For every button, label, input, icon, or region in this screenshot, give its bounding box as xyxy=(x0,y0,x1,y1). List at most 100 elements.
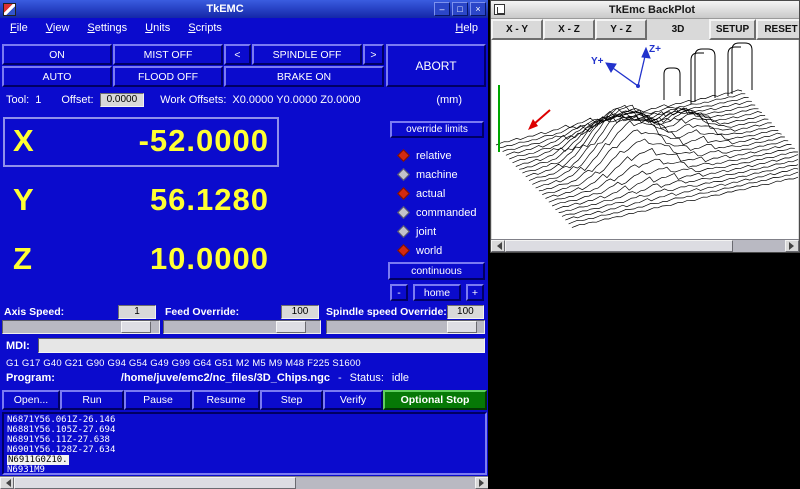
radio-indicator-icon xyxy=(397,168,410,181)
close-button[interactable]: × xyxy=(470,2,486,16)
home-button[interactable]: home xyxy=(413,284,461,301)
spindle-override-group: Spindle speed Override: 100 xyxy=(326,305,484,319)
scroll-right-icon xyxy=(789,242,798,250)
scrollbar-track[interactable] xyxy=(296,477,475,489)
spindle-override-slider[interactable] xyxy=(326,320,485,334)
tkemc-window: TkEMC – □ × File View Settings Units Scr… xyxy=(0,0,489,489)
mist-button[interactable]: MIST OFF xyxy=(113,44,223,65)
slider-thumb[interactable] xyxy=(276,321,306,333)
program-horizontal-scrollbar[interactable] xyxy=(0,476,489,489)
spindle-button[interactable]: SPINDLE OFF xyxy=(252,44,362,65)
run-button[interactable]: Run xyxy=(60,390,124,410)
display-options: relative machine actual commanded joint … xyxy=(399,146,477,260)
program-label: Program: xyxy=(6,372,55,384)
step-button[interactable]: Step xyxy=(260,390,323,410)
machine-on-button[interactable]: ON xyxy=(2,44,112,65)
work-offsets-label: Work Offsets: xyxy=(160,94,226,106)
axis-z-value: 10.0000 xyxy=(150,241,269,277)
backplot-app-icon xyxy=(494,4,505,15)
tab-xz[interactable]: X - Z xyxy=(543,19,595,40)
menu-scripts[interactable]: Scripts xyxy=(188,22,222,34)
minimize-button[interactable]: – xyxy=(434,2,450,16)
active-gcodes: G1 G17 G40 G21 G90 G94 G54 G49 G99 G64 G… xyxy=(6,358,361,369)
menu-help[interactable]: Help xyxy=(455,22,478,34)
scroll-left-button[interactable] xyxy=(0,477,14,489)
radio-world[interactable]: world xyxy=(399,241,477,260)
offset-entry[interactable]: 0.0000 xyxy=(100,93,145,107)
axis-z-label: Z xyxy=(13,241,32,277)
spindle-increase-button[interactable]: > xyxy=(363,44,384,65)
slider-thumb[interactable] xyxy=(447,321,477,333)
jog-minus-button[interactable]: - xyxy=(390,284,408,301)
radio-label: machine xyxy=(416,169,458,181)
open-button[interactable]: Open... xyxy=(2,390,60,410)
work-offsets-value: X0.0000 Y0.0000 Z0.0000 xyxy=(232,94,360,106)
radio-indicator-icon xyxy=(397,187,410,200)
radio-actual[interactable]: actual xyxy=(399,184,477,203)
scroll-left-icon xyxy=(493,242,502,250)
slider-thumb[interactable] xyxy=(121,321,151,333)
brake-button[interactable]: BRAKE ON xyxy=(224,66,384,87)
tkemc-titlebar[interactable]: TkEMC – □ × xyxy=(0,0,488,18)
status-value: idle xyxy=(392,372,409,384)
tab-xy[interactable]: X - Y xyxy=(491,19,543,40)
tab-setup[interactable]: SETUP xyxy=(709,19,756,40)
radio-machine[interactable]: machine xyxy=(399,165,477,184)
resume-button[interactable]: Resume xyxy=(192,390,260,410)
radio-indicator-icon xyxy=(397,149,410,162)
axis-speed-slider[interactable] xyxy=(2,320,160,334)
menu-settings[interactable]: Settings xyxy=(87,22,127,34)
feed-override-value: 100 xyxy=(281,305,319,319)
abort-button[interactable]: ABORT xyxy=(386,44,486,87)
maximize-icon: □ xyxy=(457,5,462,14)
flood-button[interactable]: FLOOD OFF xyxy=(113,66,223,87)
tab-3d[interactable]: 3D xyxy=(647,19,709,40)
axis-speed-value: 1 xyxy=(118,305,156,319)
tab-yz[interactable]: Y - Z xyxy=(595,19,647,40)
program-text-view[interactable]: N6871Y56.061Z-26.146 N6881Y56.105Z-27.69… xyxy=(2,412,487,475)
jog-mode-select[interactable]: continuous xyxy=(388,262,485,280)
program-status-row: Program: /home/juve/emc2/nc_files/3D_Chi… xyxy=(6,372,482,384)
backplot-titlebar[interactable]: TkEmc BackPlot xyxy=(491,1,799,19)
optional-stop-button[interactable]: Optional Stop xyxy=(383,390,487,410)
axis-display-y[interactable]: Y 56.1280 xyxy=(3,176,279,226)
scroll-left-button[interactable] xyxy=(491,240,505,252)
spindle-decrease-button[interactable]: < xyxy=(224,44,251,65)
axis-speed-label: Axis Speed: xyxy=(4,306,64,318)
radio-joint[interactable]: joint xyxy=(399,222,477,241)
scroll-left-icon xyxy=(2,479,11,487)
radio-commanded[interactable]: commanded xyxy=(399,203,477,222)
maximize-button[interactable]: □ xyxy=(452,2,468,16)
tab-reset[interactable]: RESET xyxy=(756,19,799,40)
menu-view[interactable]: View xyxy=(46,22,70,34)
axis-speed-group: Axis Speed: 1 xyxy=(4,305,156,319)
backplot-horizontal-scrollbar[interactable] xyxy=(491,239,799,252)
radio-indicator-icon xyxy=(397,206,410,219)
scroll-right-button[interactable] xyxy=(785,240,799,252)
spindle-override-label: Spindle speed Override: xyxy=(326,306,447,318)
radio-label: world xyxy=(416,245,442,257)
menu-file[interactable]: File xyxy=(10,22,28,34)
axis-display-z[interactable]: Z 10.0000 xyxy=(3,235,279,285)
radio-relative[interactable]: relative xyxy=(399,146,477,165)
menu-units[interactable]: Units xyxy=(145,22,170,34)
scrollbar-thumb[interactable] xyxy=(14,477,296,489)
mdi-input[interactable] xyxy=(38,338,485,353)
scroll-right-button[interactable] xyxy=(475,477,489,489)
backplot-view-tabs: X - Y X - Z Y - Z 3D SETUP RESET xyxy=(491,19,799,40)
app-icon xyxy=(3,3,16,16)
feed-override-label: Feed Override: xyxy=(165,306,239,318)
pause-button[interactable]: Pause xyxy=(124,390,192,410)
backplot-title: TkEmc BackPlot xyxy=(505,4,799,16)
scrollbar-track[interactable] xyxy=(733,240,785,252)
jog-plus-button[interactable]: + xyxy=(466,284,484,301)
verify-button[interactable]: Verify xyxy=(323,390,383,410)
spindle-override-value: 100 xyxy=(447,305,484,319)
program-line: N6931M9 xyxy=(7,465,482,475)
override-limits-button[interactable]: override limits xyxy=(390,121,484,138)
axis-display-x[interactable]: X -52.0000 xyxy=(3,117,279,167)
feed-override-slider[interactable] xyxy=(163,320,321,334)
mode-auto-button[interactable]: AUTO xyxy=(2,66,112,87)
scrollbar-thumb[interactable] xyxy=(505,240,733,252)
radio-indicator-icon xyxy=(397,225,410,238)
